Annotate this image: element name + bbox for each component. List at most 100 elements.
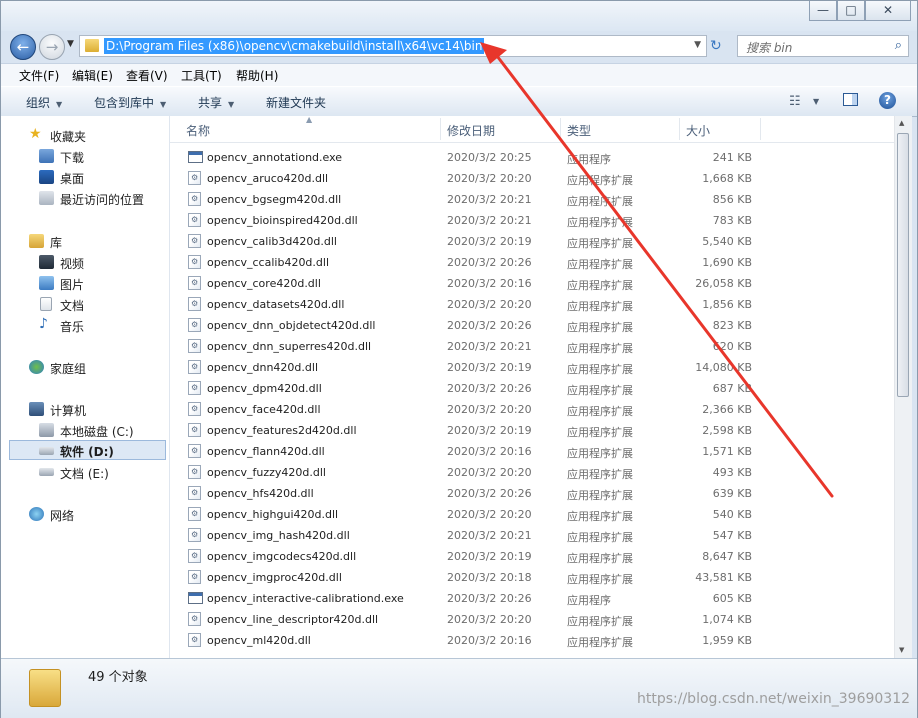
gear-icon: ⚙ [191, 362, 199, 371]
preview-pane-icon[interactable] [843, 93, 858, 106]
table-row[interactable]: ⚙ opencv_dnn_objdetect420d.dll 2020/3/2 20… [170, 315, 906, 336]
sidebar-item-recent[interactable]: 最近访问的位置 [1, 188, 167, 208]
sidebar-item-computer[interactable]: 计算机 [1, 399, 167, 419]
file-date: 2020/3/2 20:26 [447, 382, 532, 395]
navigation-pane: ★ 收藏夹 下载 桌面 最近访问的位置 库 视频 图片 文档 ♪ 音乐 家庭组 … [1, 116, 170, 658]
vertical-scrollbar[interactable]: ▲ ▼ [894, 116, 912, 658]
sidebar-label: 软件 (D:) [60, 445, 114, 459]
table-row[interactable]: ⚙ opencv_imgcodecs420d.dll 2020/3/2 20:19 应… [170, 546, 906, 567]
sidebar-item-pictures[interactable]: 图片 [1, 273, 167, 293]
table-row[interactable]: opencv_annotationd.exe 2020/3/2 20:25 应用程序… [170, 147, 906, 168]
close-button[interactable]: ✕ [865, 1, 911, 21]
search-input[interactable]: 搜索 bin ⌕ [737, 35, 909, 57]
column-divider[interactable] [760, 118, 761, 140]
include-in-library-button[interactable]: 包含到库中 ▼ [94, 94, 166, 111]
table-row[interactable]: opencv_interactive-calibrationd.exe 2020/… [170, 588, 906, 609]
address-path[interactable]: D:\Program Files (x86)\opencv\cmakebuild… [104, 38, 485, 54]
column-divider[interactable] [679, 118, 680, 140]
back-button[interactable]: ← [10, 34, 36, 60]
recent-pages-dropdown-icon[interactable]: ▼ [67, 39, 74, 49]
library-icon [29, 234, 44, 248]
gear-icon: ⚙ [191, 173, 199, 182]
file-type: 应用程序扩展 [567, 321, 633, 334]
file-date: 2020/3/2 20:16 [447, 445, 532, 458]
table-row[interactable]: ⚙ opencv_dnn420d.dll 2020/3/2 20:19 应用程序扩展 1… [170, 357, 906, 378]
file-size: 1,074 KB [702, 613, 752, 626]
sidebar-item-drive-c[interactable]: 本地磁盘 (C:) [1, 420, 167, 440]
column-date[interactable]: 修改日期 [447, 122, 495, 139]
scroll-up-icon[interactable]: ▲ [899, 119, 904, 127]
menu-view[interactable]: 查看(V) [126, 67, 168, 84]
table-row[interactable]: ⚙ opencv_dpm420d.dll 2020/3/2 20:26 应用程序扩展 6… [170, 378, 906, 399]
menu-edit[interactable]: 编辑(E) [72, 67, 113, 84]
file-date: 2020/3/2 20:26 [447, 592, 532, 605]
sidebar-item-music[interactable]: ♪ 音乐 [1, 315, 167, 335]
sidebar-item-network[interactable]: 网络 [1, 504, 167, 524]
address-bar[interactable]: D:\Program Files (x86)\opencv\cmakebuild… [79, 35, 707, 57]
address-dropdown-icon[interactable]: ▼ [694, 40, 701, 50]
column-type[interactable]: 类型 [567, 122, 591, 139]
table-row[interactable]: ⚙ opencv_flann420d.dll 2020/3/2 20:16 应用程序扩… [170, 441, 906, 462]
sidebar-item-documents[interactable]: 文档 [1, 294, 167, 314]
sidebar-label: 桌面 [60, 172, 85, 186]
sidebar-item-libraries[interactable]: 库 [1, 231, 167, 251]
table-row[interactable]: ⚙ opencv_aruco420d.dll 2020/3/2 20:20 应用程序扩… [170, 168, 906, 189]
table-row[interactable]: ⚙ opencv_datasets420d.dll 2020/3/2 20:20 应用… [170, 294, 906, 315]
forward-button[interactable]: → [39, 34, 65, 60]
recent-places-icon [39, 191, 54, 205]
search-icon[interactable]: ⌕ [895, 38, 902, 53]
new-folder-button[interactable]: 新建文件夹 [266, 94, 326, 111]
sidebar-item-desktop[interactable]: 桌面 [1, 167, 167, 187]
share-button[interactable]: 共享 ▼ [198, 94, 234, 111]
view-dropdown-icon[interactable]: ▼ [813, 97, 819, 106]
table-row[interactable]: ⚙ opencv_imgproc420d.dll 2020/3/2 20:18 应用程… [170, 567, 906, 588]
dll-file-icon: ⚙ [188, 465, 201, 479]
watermark: https://blog.csdn.net/weixin_39690312 [637, 691, 911, 707]
menu-file[interactable]: 文件(F) [19, 67, 59, 84]
file-date: 2020/3/2 20:21 [447, 214, 532, 227]
refresh-icon[interactable]: ↻ [710, 38, 722, 54]
computer-icon [29, 402, 44, 416]
minimize-button[interactable]: — [809, 1, 837, 21]
organize-button[interactable]: 组织 ▼ [26, 94, 62, 111]
table-row[interactable]: ⚙ opencv_calib3d420d.dll 2020/3/2 20:19 应用程… [170, 231, 906, 252]
file-type: 应用程序扩展 [567, 300, 633, 313]
table-row[interactable]: ⚙ opencv_core420d.dll 2020/3/2 20:16 应用程序扩展… [170, 273, 906, 294]
column-size[interactable]: 大小 [686, 122, 710, 139]
menu-help[interactable]: 帮助(H) [236, 67, 278, 84]
table-row[interactable]: ⚙ opencv_features2d420d.dll 2020/3/2 20:19… [170, 420, 906, 441]
menu-bar: 文件(F) 编辑(E) 查看(V) 工具(T) 帮助(H) [1, 63, 917, 86]
maximize-button[interactable]: □ [837, 1, 865, 21]
change-view-icon[interactable]: ☷ [789, 94, 801, 109]
file-date: 2020/3/2 20:18 [447, 571, 532, 584]
sidebar-item-drive-e[interactable]: 文档 (E:) [1, 462, 167, 482]
scrollbar-thumb[interactable] [897, 133, 909, 397]
table-row[interactable]: ⚙ opencv_ccalib420d.dll 2020/3/2 20:26 应用程序… [170, 252, 906, 273]
dll-file-icon: ⚙ [188, 549, 201, 563]
table-row[interactable]: ⚙ opencv_ml420d.dll 2020/3/2 20:16 应用程序扩展 1,… [170, 630, 906, 651]
sidebar-item-downloads[interactable]: 下载 [1, 146, 167, 166]
table-row[interactable]: ⚙ opencv_dnn_superres420d.dll 2020/3/2 20:… [170, 336, 906, 357]
sidebar-item-videos[interactable]: 视频 [1, 252, 167, 272]
column-divider[interactable] [440, 118, 441, 140]
sidebar-item-favorites[interactable]: ★ 收藏夹 [1, 125, 167, 145]
table-row[interactable]: ⚙ opencv_line_descriptor420d.dll 2020/3/2 … [170, 609, 906, 630]
table-row[interactable]: ⚙ opencv_hfs420d.dll 2020/3/2 20:26 应用程序扩展 6… [170, 483, 906, 504]
sidebar-item-drive-d[interactable]: 软件 (D:) [9, 440, 166, 460]
table-row[interactable]: ⚙ opencv_img_hash420d.dll 2020/3/2 20:21 应用… [170, 525, 906, 546]
scroll-down-icon[interactable]: ▼ [899, 646, 904, 654]
help-icon[interactable]: ? [879, 92, 896, 109]
table-row[interactable]: ⚙ opencv_face420d.dll 2020/3/2 20:20 应用程序扩展… [170, 399, 906, 420]
table-row[interactable]: ⚙ opencv_bioinspired420d.dll 2020/3/2 20:2… [170, 210, 906, 231]
title-bar: — □ ✕ [1, 1, 917, 31]
file-size: 823 KB [712, 319, 752, 332]
table-row[interactable]: ⚙ opencv_highgui420d.dll 2020/3/2 20:20 应用程… [170, 504, 906, 525]
menu-tools[interactable]: 工具(T) [181, 67, 222, 84]
column-divider[interactable] [560, 118, 561, 140]
file-name: opencv_img_hash420d.dll [207, 529, 350, 542]
table-row[interactable]: ⚙ opencv_fuzzy420d.dll 2020/3/2 20:20 应用程序扩… [170, 462, 906, 483]
table-row[interactable]: ⚙ opencv_bgsegm420d.dll 2020/3/2 20:21 应用程序… [170, 189, 906, 210]
column-name[interactable]: 名称 [186, 122, 210, 139]
sidebar-item-homegroup[interactable]: 家庭组 [1, 357, 167, 377]
file-name: opencv_calib3d420d.dll [207, 235, 337, 248]
